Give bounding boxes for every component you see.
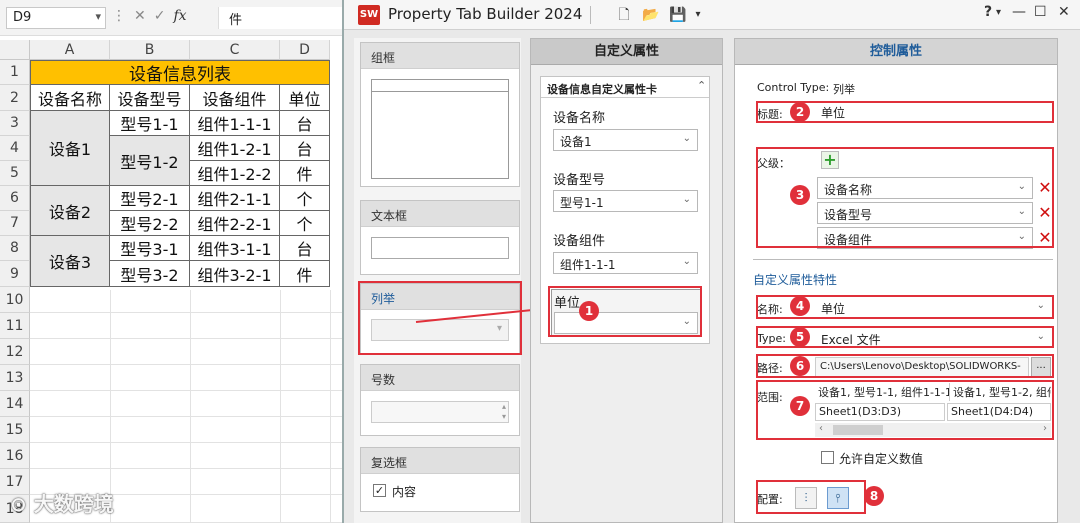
- unit-cell[interactable]: 件: [280, 161, 330, 186]
- step-badge: 3: [790, 185, 810, 205]
- combo-value: 型号1-1: [560, 196, 604, 210]
- row-header[interactable]: 16: [0, 443, 30, 469]
- row-header[interactable]: 1: [0, 60, 30, 85]
- step-badge: 4: [790, 296, 810, 316]
- device-model-combo[interactable]: 型号1-1 ⌄: [553, 190, 698, 212]
- row-header[interactable]: 9: [0, 261, 30, 287]
- model-cell[interactable]: 型号1-2: [110, 136, 190, 186]
- component-cell[interactable]: 组件1-2-1: [190, 136, 280, 161]
- row-header[interactable]: 3: [0, 111, 30, 136]
- name-box[interactable]: D9 ▾: [6, 7, 106, 29]
- component-cell[interactable]: 组件3-2-1: [190, 261, 280, 287]
- model-cell[interactable]: 型号2-1: [110, 186, 190, 211]
- watermark-logo: ⊙ 大数跨境: [10, 492, 114, 516]
- allow-custom-checkbox[interactable]: [821, 451, 834, 464]
- step-badge: 6: [790, 356, 810, 376]
- step-badge: 5: [790, 327, 810, 347]
- unit-cell[interactable]: 个: [280, 211, 330, 236]
- step-badge: 1: [579, 301, 599, 321]
- row-header[interactable]: 12: [0, 339, 30, 365]
- step-badge: 7: [790, 396, 810, 416]
- device-cell[interactable]: 设备1: [30, 111, 110, 186]
- column-header-d[interactable]: D: [280, 40, 330, 60]
- header-cell[interactable]: 设备型号: [110, 85, 190, 111]
- header-cell[interactable]: 设备组件: [190, 85, 280, 111]
- field-label: 设备型号: [553, 173, 606, 188]
- pane-title: 自定义属性: [531, 39, 722, 65]
- row-header[interactable]: 11: [0, 313, 30, 339]
- unit-cell[interactable]: 个: [280, 186, 330, 211]
- name-box-value: D9: [13, 10, 32, 25]
- allow-custom-label: 允许自定义数值: [839, 452, 924, 466]
- select-all-corner[interactable]: [0, 40, 30, 60]
- table-title[interactable]: 设备信息列表: [30, 60, 330, 85]
- component-cell[interactable]: 组件2-2-1: [190, 211, 280, 236]
- row-header[interactable]: 13: [0, 365, 30, 391]
- control-type-label: Control Type:: [757, 81, 830, 94]
- unit-cell[interactable]: 件: [280, 261, 330, 287]
- check-icon[interactable]: ✓: [154, 8, 174, 24]
- row-header[interactable]: 4: [0, 136, 30, 161]
- device-cell[interactable]: 设备3: [30, 236, 110, 287]
- component-cell[interactable]: 组件1-2-2: [190, 161, 280, 186]
- column-header-c[interactable]: C: [190, 40, 280, 60]
- chevron-down-icon: ⌄: [682, 133, 691, 144]
- header-cell[interactable]: 单位: [280, 85, 330, 111]
- component-cell[interactable]: 组件3-1-1: [190, 236, 280, 261]
- watermark-text: 大数跨境: [33, 492, 114, 516]
- component-cell[interactable]: 组件1-1-1: [190, 111, 280, 136]
- formula-actions: ⋮✕✓fx: [112, 8, 212, 30]
- row-header[interactable]: 5: [0, 161, 30, 186]
- row-header[interactable]: 10: [0, 287, 30, 313]
- card-title: 设备信息自定义属性卡: [547, 83, 657, 96]
- unit-field-highlight: [548, 286, 702, 337]
- row-header[interactable]: 8: [0, 236, 30, 261]
- more-icon[interactable]: ⋮: [112, 8, 134, 24]
- unit-cell[interactable]: 台: [280, 136, 330, 161]
- chevron-down-icon: ⌄: [682, 194, 691, 205]
- model-cell[interactable]: 型号1-1: [110, 111, 190, 136]
- cancel-icon[interactable]: ✕: [134, 8, 154, 24]
- config-highlight: [756, 480, 866, 514]
- collapse-icon[interactable]: ⌃: [697, 79, 706, 92]
- step-badge: 8: [864, 486, 884, 506]
- column-header-b[interactable]: B: [110, 40, 190, 60]
- device-cell[interactable]: 设备2: [30, 186, 110, 236]
- section-title: 自定义属性特性: [753, 273, 838, 287]
- control-type-value: 列举: [833, 83, 855, 96]
- formula-bar: D9 ▾ ⋮✕✓fx 件: [0, 0, 342, 36]
- row-header[interactable]: 6: [0, 186, 30, 211]
- component-cell[interactable]: 组件2-1-1: [190, 186, 280, 211]
- header-cell[interactable]: 设备名称: [30, 85, 110, 111]
- unit-cell[interactable]: 台: [280, 236, 330, 261]
- step-badge: 2: [790, 102, 810, 122]
- model-cell[interactable]: 型号3-2: [110, 261, 190, 287]
- pane-title: 控制属性: [735, 39, 1057, 65]
- field-label: 设备组件: [553, 234, 606, 249]
- row-header[interactable]: 15: [0, 417, 30, 443]
- row-header[interactable]: 14: [0, 391, 30, 417]
- model-cell[interactable]: 型号2-2: [110, 211, 190, 236]
- model-cell[interactable]: 型号3-1: [110, 236, 190, 261]
- chevron-down-icon[interactable]: ▾: [95, 10, 101, 23]
- row-header[interactable]: 7: [0, 211, 30, 236]
- row-header[interactable]: 2: [0, 85, 30, 111]
- property-tab-builder-window: SW Property Tab Builder 2024 🗋 📂 💾 ▾ ? ▾…: [342, 0, 1080, 523]
- combo-value: 组件1-1-1: [560, 258, 616, 272]
- function-icon[interactable]: fx: [173, 8, 186, 24]
- device-component-combo[interactable]: 组件1-1-1 ⌄: [553, 252, 698, 274]
- combo-value: 设备1: [560, 135, 592, 149]
- field-label: 设备名称: [553, 111, 606, 126]
- formula-input[interactable]: 件: [218, 7, 342, 29]
- chevron-down-icon: ⌄: [682, 256, 691, 267]
- unit-cell[interactable]: 台: [280, 111, 330, 136]
- column-header-a[interactable]: A: [30, 40, 110, 60]
- excel-window: D9 ▾ ⋮✕✓fx 件 A B C D 1 2 3 4 5 6 7 8 9 10 11 12 13 14…: [0, 0, 342, 523]
- device-name-combo[interactable]: 设备1 ⌄: [553, 129, 698, 151]
